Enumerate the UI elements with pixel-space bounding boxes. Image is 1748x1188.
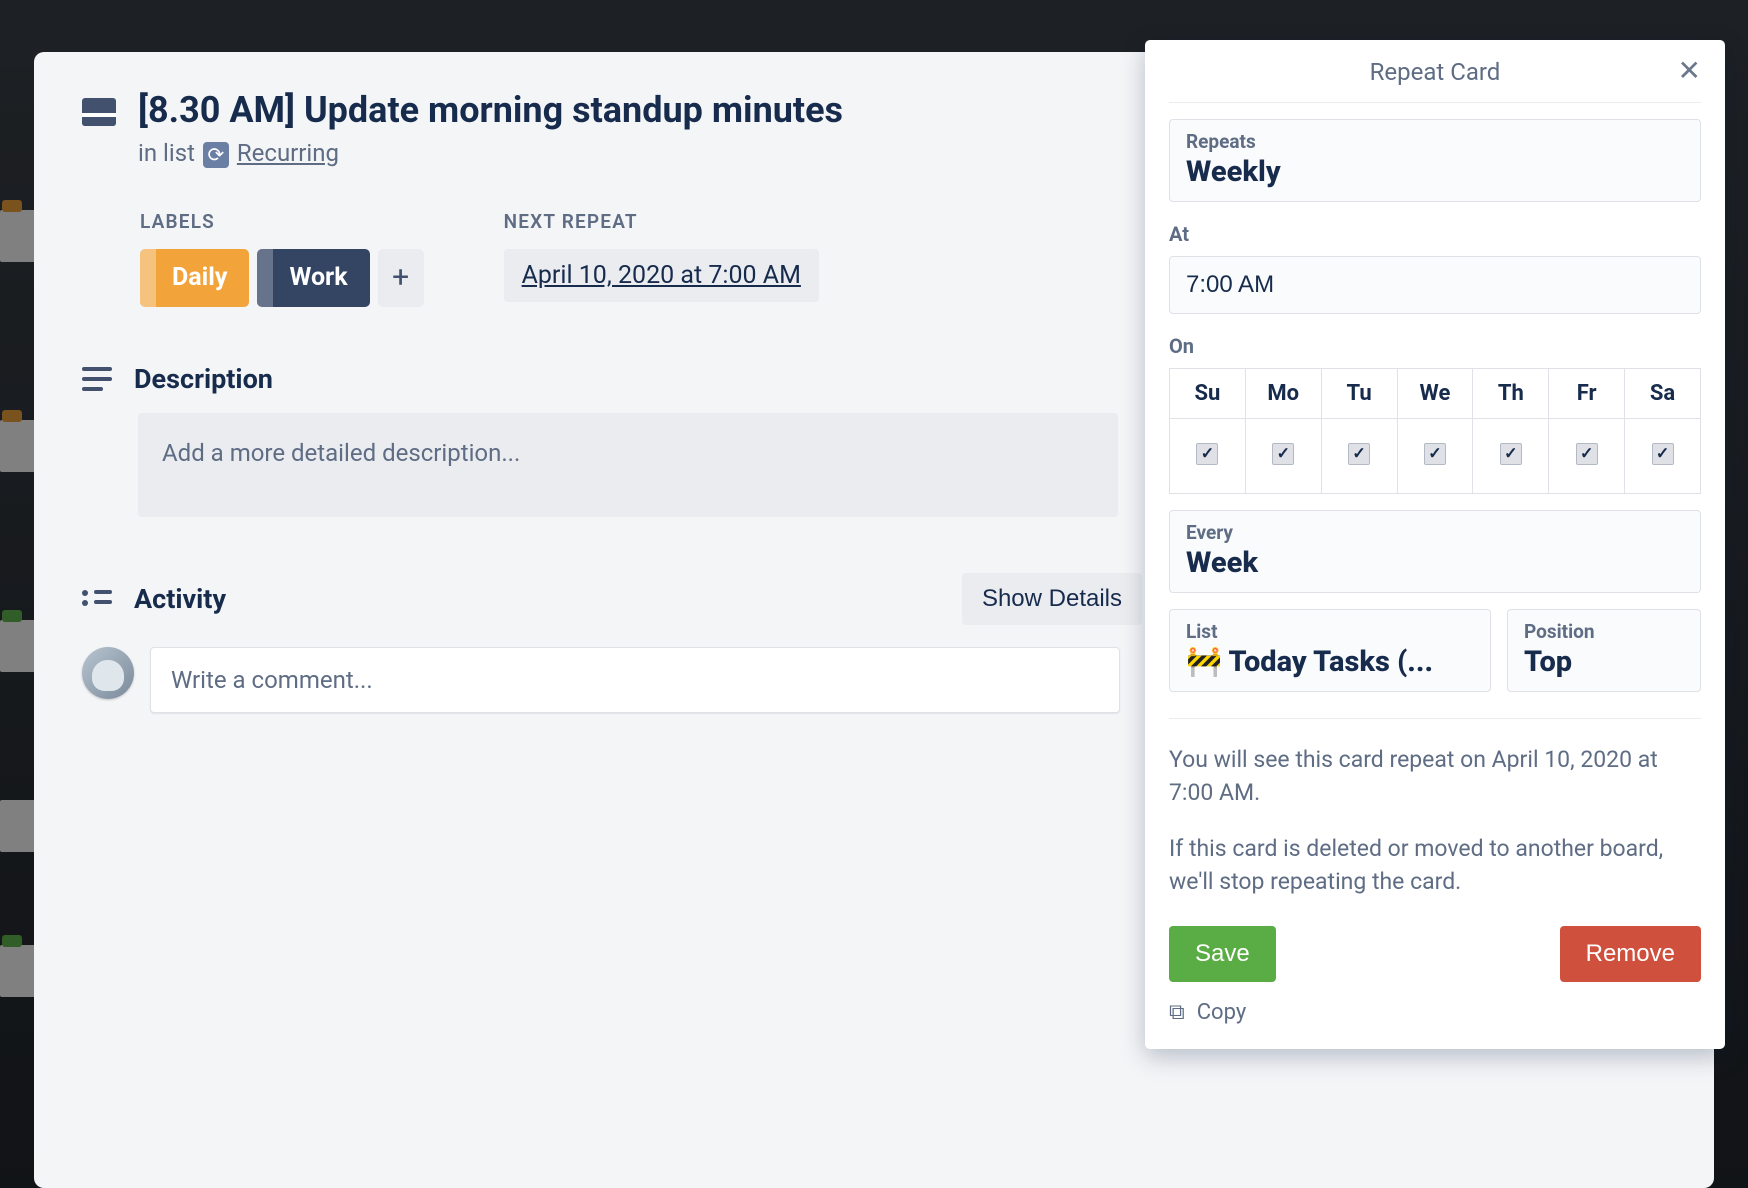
show-details-button[interactable]: Show Details bbox=[962, 573, 1142, 625]
avatar[interactable] bbox=[82, 647, 134, 699]
on-label: On bbox=[1169, 334, 1701, 358]
repeats-select[interactable]: Repeats Weekly bbox=[1169, 119, 1701, 202]
remove-button[interactable]: Remove bbox=[1560, 926, 1701, 982]
every-value: Week bbox=[1186, 546, 1684, 580]
in-list-prefix: in list bbox=[138, 139, 201, 167]
day-check-mo[interactable] bbox=[1272, 443, 1294, 465]
day-check-su[interactable] bbox=[1196, 443, 1218, 465]
label-daily[interactable]: Daily bbox=[140, 249, 249, 307]
at-input[interactable] bbox=[1169, 256, 1701, 314]
repeat-icon bbox=[203, 142, 229, 168]
divider bbox=[1169, 718, 1701, 719]
day-head-we: We bbox=[1397, 369, 1473, 419]
every-label: Every bbox=[1186, 521, 1684, 544]
activity-heading: Activity bbox=[134, 583, 226, 615]
list-link[interactable]: Recurring bbox=[237, 139, 339, 167]
copy-label: Copy bbox=[1197, 1000, 1247, 1025]
description-heading: Description bbox=[134, 363, 273, 395]
info-text-1: You will see this card repeat on April 1… bbox=[1169, 743, 1701, 810]
popover-title: Repeat Card bbox=[1370, 58, 1501, 86]
day-head-tu: Tu bbox=[1321, 369, 1397, 419]
close-icon[interactable]: ✕ bbox=[1678, 54, 1701, 87]
day-head-mo: Mo bbox=[1245, 369, 1321, 419]
label-text: Work bbox=[289, 263, 347, 292]
add-label-button[interactable]: + bbox=[378, 249, 424, 307]
day-check-fr[interactable] bbox=[1576, 443, 1598, 465]
labels-block: LABELS Daily Work + bbox=[140, 210, 424, 307]
day-head-sa: Sa bbox=[1625, 369, 1701, 419]
list-select[interactable]: List 🚧 Today Tasks (... bbox=[1169, 609, 1491, 692]
days-table: Su Mo Tu We Th Fr Sa bbox=[1169, 368, 1701, 494]
copy-row[interactable]: ⧉ Copy bbox=[1169, 1000, 1701, 1025]
list-value: 🚧 Today Tasks (... bbox=[1186, 645, 1474, 679]
day-check-tu[interactable] bbox=[1348, 443, 1370, 465]
description-icon bbox=[82, 367, 112, 391]
day-check-we[interactable] bbox=[1424, 443, 1446, 465]
card-title[interactable]: [8.30 AM] Update morning standup minutes bbox=[138, 88, 843, 133]
repeats-value: Weekly bbox=[1186, 155, 1684, 189]
card-icon bbox=[82, 98, 116, 126]
list-label: List bbox=[1186, 620, 1474, 643]
repeat-card-popover: Repeat Card ✕ Repeats Weekly At On Su Mo… bbox=[1145, 40, 1725, 1049]
day-head-th: Th bbox=[1473, 369, 1549, 419]
next-repeat-value: April 10, 2020 at 7:00 AM bbox=[522, 261, 801, 290]
day-head-su: Su bbox=[1170, 369, 1246, 419]
position-select[interactable]: Position Top bbox=[1507, 609, 1701, 692]
day-head-fr: Fr bbox=[1549, 369, 1625, 419]
position-label: Position bbox=[1524, 620, 1684, 643]
position-value: Top bbox=[1524, 645, 1684, 679]
labels-heading: LABELS bbox=[140, 210, 424, 233]
day-check-th[interactable] bbox=[1500, 443, 1522, 465]
description-input[interactable]: Add a more detailed description... bbox=[138, 413, 1118, 517]
info-text-2: If this card is deleted or moved to anot… bbox=[1169, 832, 1701, 899]
repeats-label: Repeats bbox=[1186, 130, 1684, 153]
at-label: At bbox=[1169, 222, 1701, 246]
activity-icon bbox=[82, 586, 112, 612]
label-work[interactable]: Work bbox=[257, 249, 369, 307]
copy-icon: ⧉ bbox=[1169, 1000, 1185, 1025]
comment-input[interactable]: Write a comment... bbox=[150, 647, 1120, 713]
day-check-sa[interactable] bbox=[1652, 443, 1674, 465]
next-repeat-heading: NEXT REPEAT bbox=[504, 210, 819, 233]
next-repeat-button[interactable]: April 10, 2020 at 7:00 AM bbox=[504, 249, 819, 302]
next-repeat-block: NEXT REPEAT April 10, 2020 at 7:00 AM bbox=[504, 210, 819, 307]
label-text: Daily bbox=[172, 263, 227, 292]
in-list-text: in list Recurring bbox=[138, 139, 843, 168]
save-button[interactable]: Save bbox=[1169, 926, 1276, 982]
every-select[interactable]: Every Week bbox=[1169, 510, 1701, 593]
